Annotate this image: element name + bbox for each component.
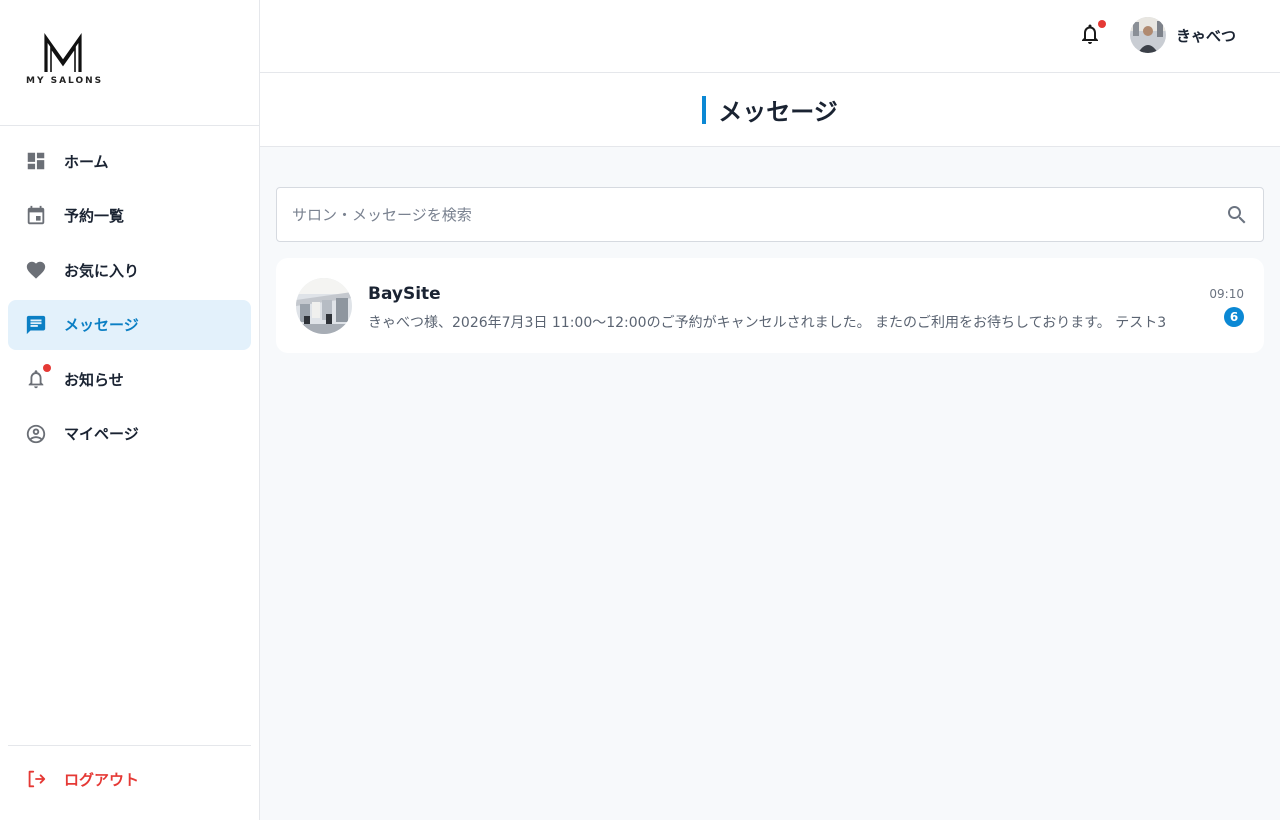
user-menu[interactable]: きゃべつ xyxy=(1130,17,1236,53)
sidebar-item-mypage[interactable]: マイページ xyxy=(8,409,251,459)
logout-icon xyxy=(24,767,48,791)
main-content: BaySite きゃべつ様、2026年7月3日 11:00〜12:00のご予約が… xyxy=(260,147,1280,820)
sidebar-item-label: ホーム xyxy=(64,152,109,171)
sidebar-item-label: メッセージ xyxy=(64,316,139,335)
logo-text: MY SALONS xyxy=(26,76,104,86)
page-title-bar: メッセージ xyxy=(260,73,1280,147)
dashboard-icon xyxy=(24,149,48,173)
sidebar-item-reservations[interactable]: 予約一覧 xyxy=(8,191,251,241)
salon-name: BaySite xyxy=(368,284,441,304)
user-name: きゃべつ xyxy=(1176,26,1237,45)
calendar-icon xyxy=(24,204,48,228)
search-box xyxy=(276,187,1264,242)
sidebar-item-label: 予約一覧 xyxy=(64,207,125,226)
message-time: 09:10 xyxy=(1209,287,1244,301)
sidebar-item-home[interactable]: ホーム xyxy=(8,136,251,186)
logout-button[interactable]: ログアウト xyxy=(24,767,139,791)
message-thread-item[interactable]: BaySite きゃべつ様、2026年7月3日 11:00〜12:00のご予約が… xyxy=(276,258,1264,353)
logo-area: MY SALONS xyxy=(0,0,259,126)
bell-icon xyxy=(24,364,51,391)
logout-label: ログアウト xyxy=(64,770,140,789)
page-title: メッセージ xyxy=(718,98,838,126)
unread-badge: 6 xyxy=(1224,307,1244,327)
notification-button[interactable] xyxy=(1078,20,1106,50)
sidebar-item-label: お知らせ xyxy=(64,370,124,389)
search-icon[interactable] xyxy=(1225,203,1249,227)
sidebar-nav: ホーム 予約一覧 お気に入り メッセージ お知らせ マイページ xyxy=(8,136,251,464)
chat-icon xyxy=(24,313,48,337)
sidebar-item-label: マイページ xyxy=(64,425,139,444)
top-bar: きゃべつ xyxy=(260,0,1280,73)
message-preview: きゃべつ様、2026年7月3日 11:00〜12:00のご予約がキャンセルされま… xyxy=(368,315,1167,331)
notification-dot xyxy=(43,364,51,373)
sidebar: MY SALONS ホーム 予約一覧 お気に入り メッセージ お知らせ マイペー… xyxy=(0,0,260,820)
logout-section: ログアウト xyxy=(8,745,251,820)
heart-icon xyxy=(24,258,48,282)
sidebar-item-notifications[interactable]: お知らせ xyxy=(8,354,251,404)
sidebar-item-messages[interactable]: メッセージ xyxy=(8,299,251,350)
sidebar-item-label: お気に入り xyxy=(64,261,140,280)
avatar xyxy=(1130,17,1166,53)
notification-dot xyxy=(1098,20,1106,28)
search-input[interactable] xyxy=(277,188,1217,241)
sidebar-item-favorites[interactable]: お気に入り xyxy=(8,245,251,295)
salon-avatar xyxy=(296,278,352,334)
title-accent-bar xyxy=(702,95,707,124)
account-circle-icon xyxy=(24,422,48,446)
